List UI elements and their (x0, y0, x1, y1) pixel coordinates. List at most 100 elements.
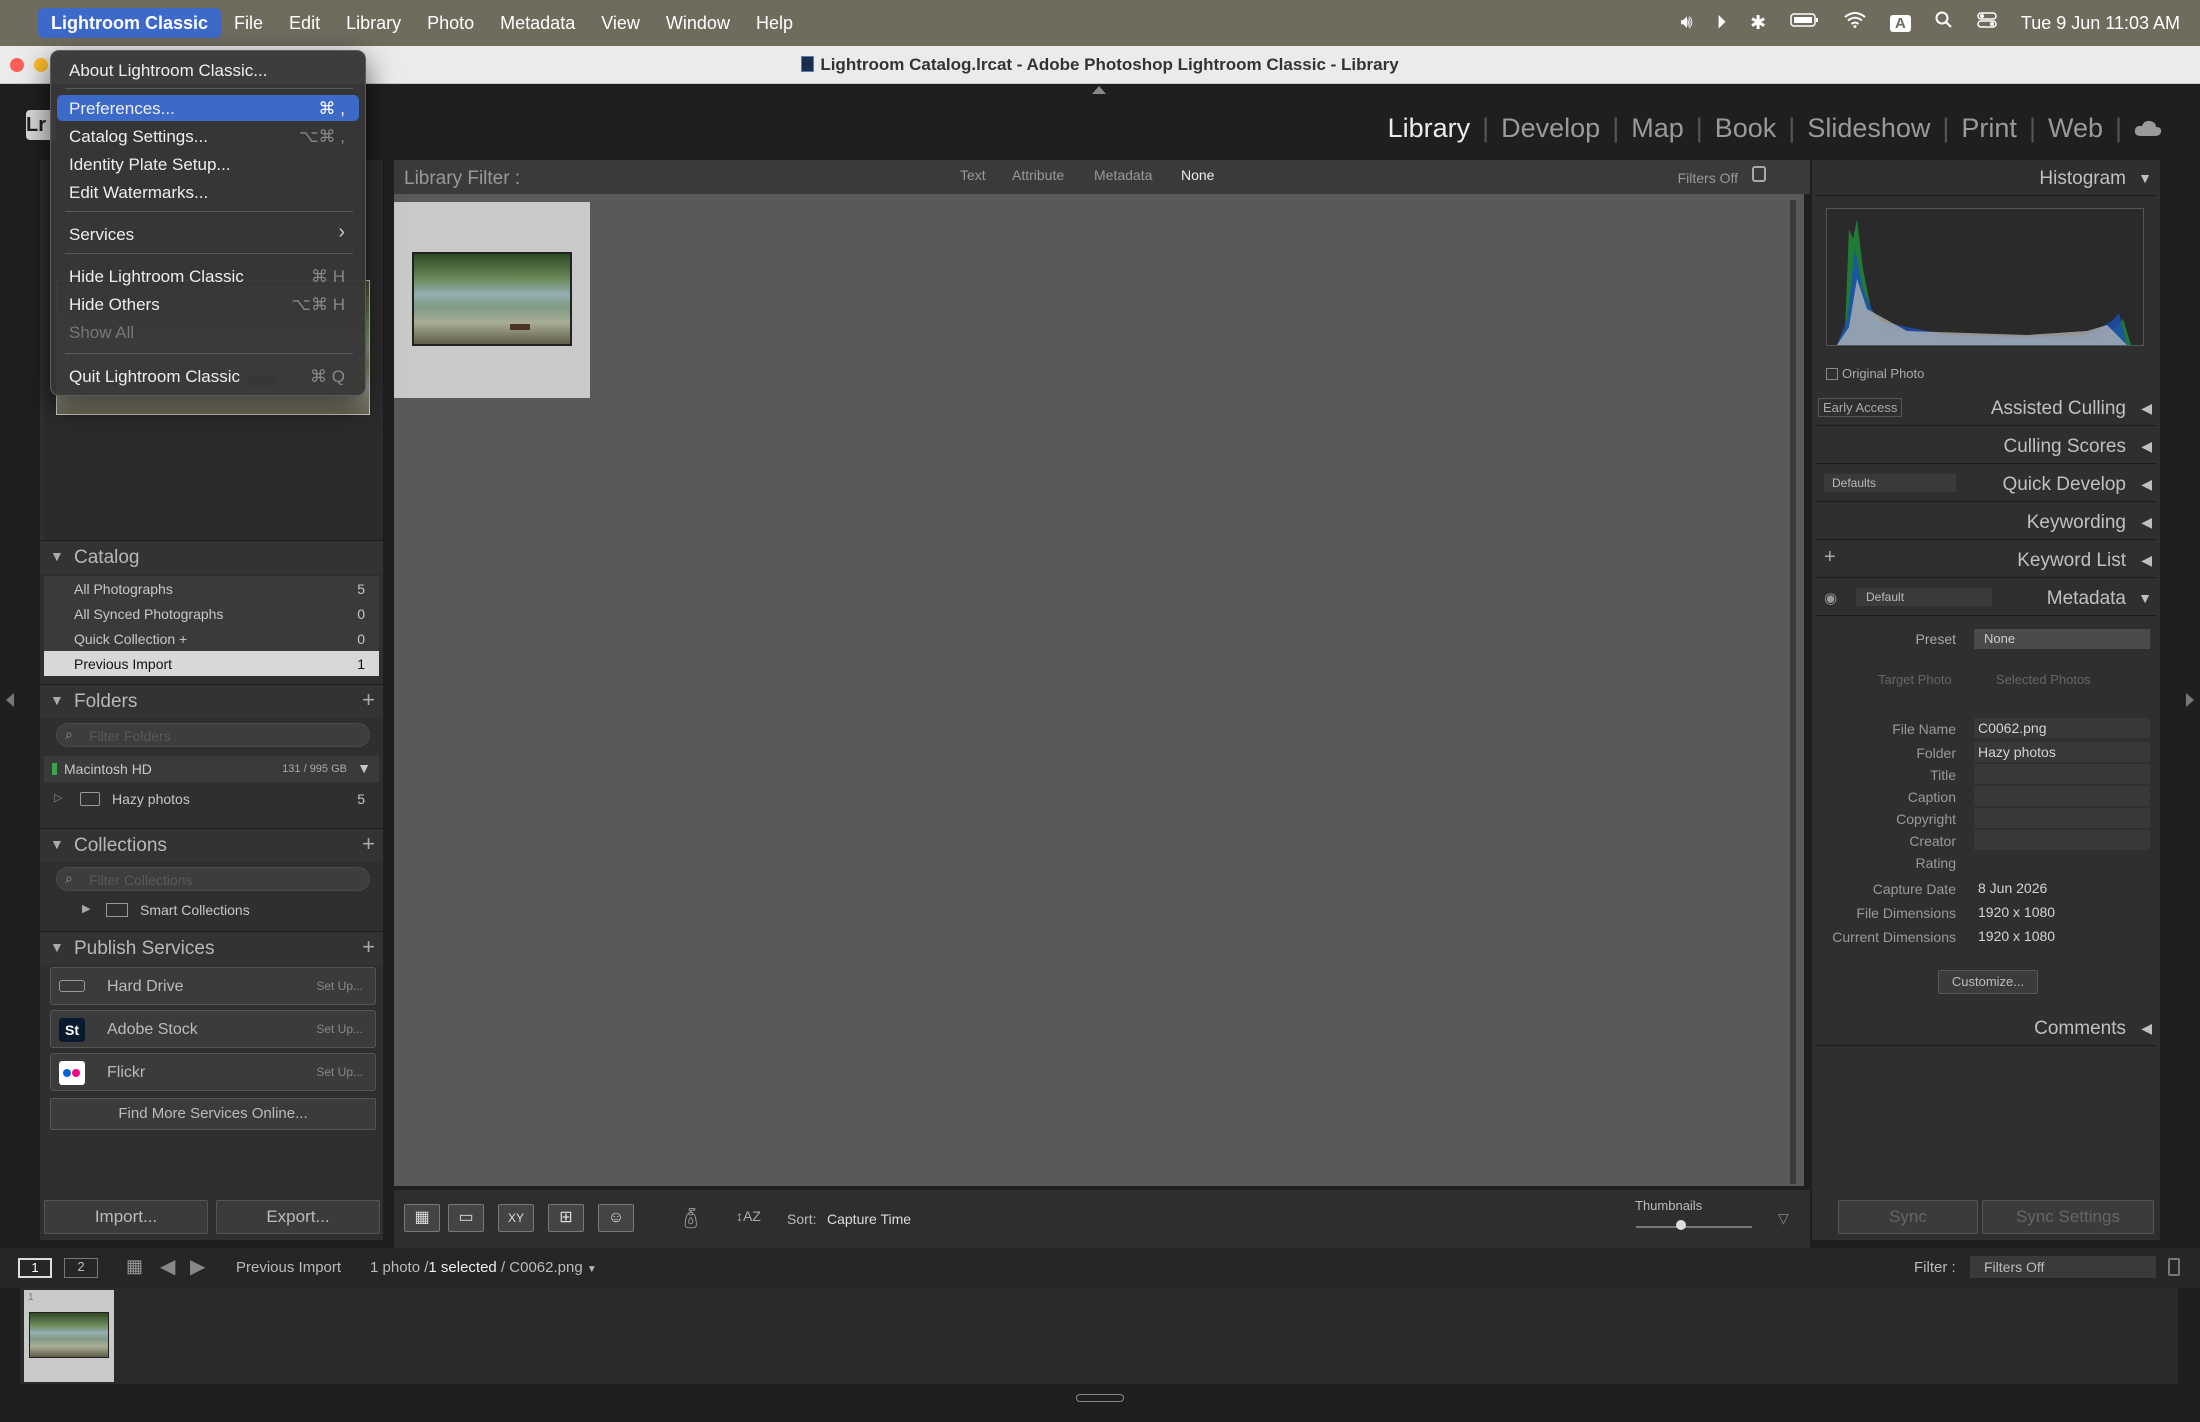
menu-clock[interactable]: Tue 9 Jun 11:03 AM (2021, 13, 2180, 34)
metadata-view-select[interactable]: Default (1856, 588, 1992, 606)
eye-icon[interactable]: ◉ (1824, 589, 1837, 607)
compare-view-icon[interactable]: XY (498, 1204, 534, 1232)
module-web[interactable]: Web (2036, 113, 2115, 144)
menu-file[interactable]: File (221, 8, 276, 38)
play-icon[interactable]: ⏵︎ (1717, 12, 1727, 34)
module-library[interactable]: Library (1376, 113, 1483, 144)
secondary-window-button[interactable]: 2 (64, 1258, 98, 1278)
toolbar-menu-icon[interactable]: ▽ (1778, 1210, 1789, 1227)
close-window-button[interactable] (10, 58, 24, 72)
metadata-preset-select[interactable]: None (1974, 629, 2150, 649)
disclosure-triangle-icon[interactable]: ▷ (54, 791, 62, 804)
filmstrip-lock-icon[interactable] (2168, 1258, 2180, 1276)
menu-item-preferences[interactable]: Preferences... ⌘ , (57, 95, 359, 121)
grid-thumbnail[interactable] (412, 252, 572, 346)
add-publish-service-icon[interactable]: + (362, 934, 375, 960)
disclosure-triangle-icon[interactable]: ▶ (82, 902, 90, 915)
loupe-view-icon[interactable]: ▭ (448, 1204, 484, 1232)
module-map[interactable]: Map (1619, 113, 1696, 144)
filter-tab-metadata[interactable]: Metadata (1094, 167, 1152, 183)
menu-edit[interactable]: Edit (276, 8, 333, 38)
control-center-icon[interactable] (1977, 11, 1997, 35)
add-folder-icon[interactable]: + (362, 687, 375, 713)
publish-adobe-stock[interactable]: St Adobe Stock Set Up... (50, 1010, 376, 1048)
filter-collections-input[interactable]: ⌕ Filter Collections (56, 867, 370, 891)
survey-view-icon[interactable]: ⊞ (548, 1204, 584, 1232)
cloud-sync-icon[interactable] (2122, 113, 2174, 144)
filter-folders-input[interactable]: ⌕ Filter Folders (56, 723, 370, 747)
collapse-filmstrip-icon[interactable] (1076, 1394, 1124, 1402)
menu-item-edit-watermarks[interactable]: Edit Watermarks... (57, 179, 359, 205)
grid-scrollbar[interactable] (1790, 200, 1796, 1184)
original-photo-checkbox[interactable]: Original Photo (1826, 366, 1924, 381)
flickr-setup-link[interactable]: Set Up... (316, 1065, 363, 1079)
thumbnail-size-slider[interactable] (1636, 1226, 1752, 1228)
import-button[interactable]: Import... (44, 1200, 208, 1234)
module-print[interactable]: Print (1949, 113, 2029, 144)
wifi-icon[interactable] (1844, 12, 1866, 34)
menu-metadata[interactable]: Metadata (487, 8, 588, 38)
catalog-row-quick-collection[interactable]: Quick Collection +0 (44, 626, 379, 651)
selected-photos-toggle[interactable]: Selected Photos (1996, 672, 2091, 687)
filter-tab-none[interactable]: None (1181, 167, 1214, 183)
checkbox-icon[interactable] (1826, 368, 1838, 380)
hard-drive-setup-link[interactable]: Set Up... (316, 979, 363, 993)
back-arrow-icon[interactable]: ◀ (160, 1254, 175, 1279)
catalog-panel-header[interactable]: ▼ Catalog (40, 540, 383, 574)
culling-scores-header[interactable]: Culling Scores ◀ (1816, 428, 2156, 464)
filmstrip-cell[interactable]: 1 (24, 1290, 114, 1382)
menu-item-catalog-settings[interactable]: Catalog Settings... ⌥⌘ , (57, 123, 359, 149)
filmstrip-source[interactable]: Previous Import (236, 1259, 341, 1276)
filter-lock-icon[interactable] (1752, 166, 1766, 182)
battery-icon[interactable] (1790, 12, 1820, 34)
module-book[interactable]: Book (1703, 113, 1789, 144)
comments-header[interactable]: Comments ◀ (1816, 1010, 2156, 1046)
filter-tab-attribute[interactable]: Attribute (1012, 167, 1064, 183)
grid-view-shortcut-icon[interactable]: ▦ (126, 1256, 143, 1277)
grid-cell[interactable] (394, 202, 590, 398)
minimize-window-button[interactable] (34, 58, 48, 72)
export-button[interactable]: Export... (216, 1200, 380, 1234)
module-slideshow[interactable]: Slideshow (1795, 113, 1942, 144)
customize-metadata-button[interactable]: Customize... (1938, 970, 2038, 994)
add-collection-icon[interactable]: + (362, 831, 375, 857)
filmstrip-filter-select[interactable]: Filters Off (1970, 1256, 2156, 1278)
module-develop[interactable]: Develop (1489, 113, 1612, 144)
menu-item-hide-others[interactable]: Hide Others ⌥⌘ H (57, 291, 359, 317)
menu-item-identity-plate[interactable]: Identity Plate Setup... (57, 151, 359, 177)
filter-preset-select[interactable]: Filters Off (1678, 170, 1738, 186)
right-panel-toggle-icon[interactable] (2186, 693, 2194, 707)
volume-collapse-icon[interactable]: ▼ (357, 760, 371, 776)
keyword-list-header[interactable]: + Keyword List ◀ (1816, 542, 2156, 578)
painter-spray-icon[interactable]: 🧴︎ (678, 1206, 703, 1231)
smart-collections-set[interactable]: ▶ Smart Collections (44, 897, 379, 922)
quick-develop-header[interactable]: Defaults Quick Develop ◀ (1816, 466, 2156, 502)
histogram-panel-header[interactable]: Histogram ▼ (1816, 160, 2156, 196)
menu-help[interactable]: Help (743, 8, 806, 38)
publish-hard-drive[interactable]: Hard Drive Set Up... (50, 967, 376, 1005)
quick-develop-preset-select[interactable]: Defaults (1824, 474, 1956, 492)
sort-select[interactable]: Capture Time (827, 1211, 911, 1227)
menu-photo[interactable]: Photo (414, 8, 487, 38)
filmstrip-thumbnail[interactable] (29, 1312, 109, 1358)
sort-direction-icon[interactable]: ↕AZ (736, 1208, 761, 1224)
menu-item-about[interactable]: About Lightroom Classic... (57, 57, 359, 83)
menu-view[interactable]: View (588, 8, 653, 38)
collections-panel-header[interactable]: ▼ Collections + (40, 828, 383, 862)
main-window-button[interactable]: 1 (18, 1258, 52, 1278)
menu-item-services[interactable]: Services › (57, 221, 359, 247)
publish-flickr[interactable]: Flickr Set Up... (50, 1053, 376, 1091)
menu-library[interactable]: Library (333, 8, 414, 38)
bluetooth-icon[interactable]: ✱ (1750, 12, 1766, 35)
keywording-header[interactable]: Keywording ◀ (1816, 504, 2156, 540)
input-source-icon[interactable]: A (1890, 14, 1911, 32)
add-keyword-icon[interactable]: + (1824, 546, 1836, 569)
thumbnail-slider-thumb[interactable] (1676, 1220, 1686, 1230)
menu-lightroom-classic[interactable]: Lightroom Classic (38, 8, 222, 38)
metadata-header[interactable]: ◉ Default Metadata ▼ (1816, 580, 2156, 616)
publish-services-panel-header[interactable]: ▼ Publish Services + (40, 931, 383, 965)
catalog-row-previous-import[interactable]: Previous Import 1 (44, 651, 379, 676)
sync-settings-button[interactable]: Sync Settings (1982, 1200, 2154, 1234)
histogram-chart[interactable] (1826, 208, 2144, 346)
chevron-down-icon[interactable]: ▼ (587, 1264, 597, 1275)
